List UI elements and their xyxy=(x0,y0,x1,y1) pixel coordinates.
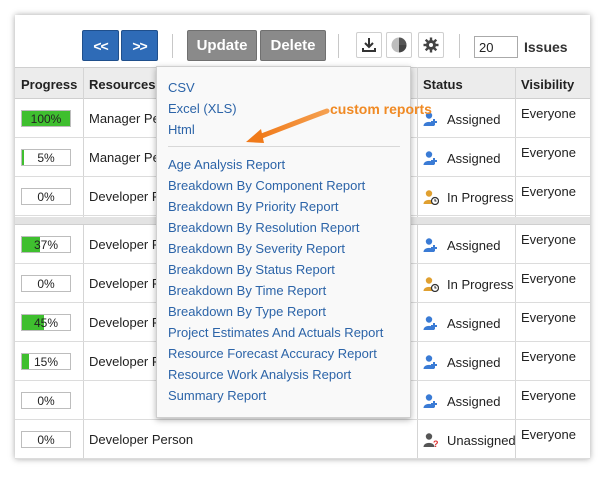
custom-reports-callout: custom reports xyxy=(330,101,432,117)
callout-arrow xyxy=(246,108,330,143)
issues-panel: << >> Update Delete 20 Issues Progress R… xyxy=(15,15,590,459)
